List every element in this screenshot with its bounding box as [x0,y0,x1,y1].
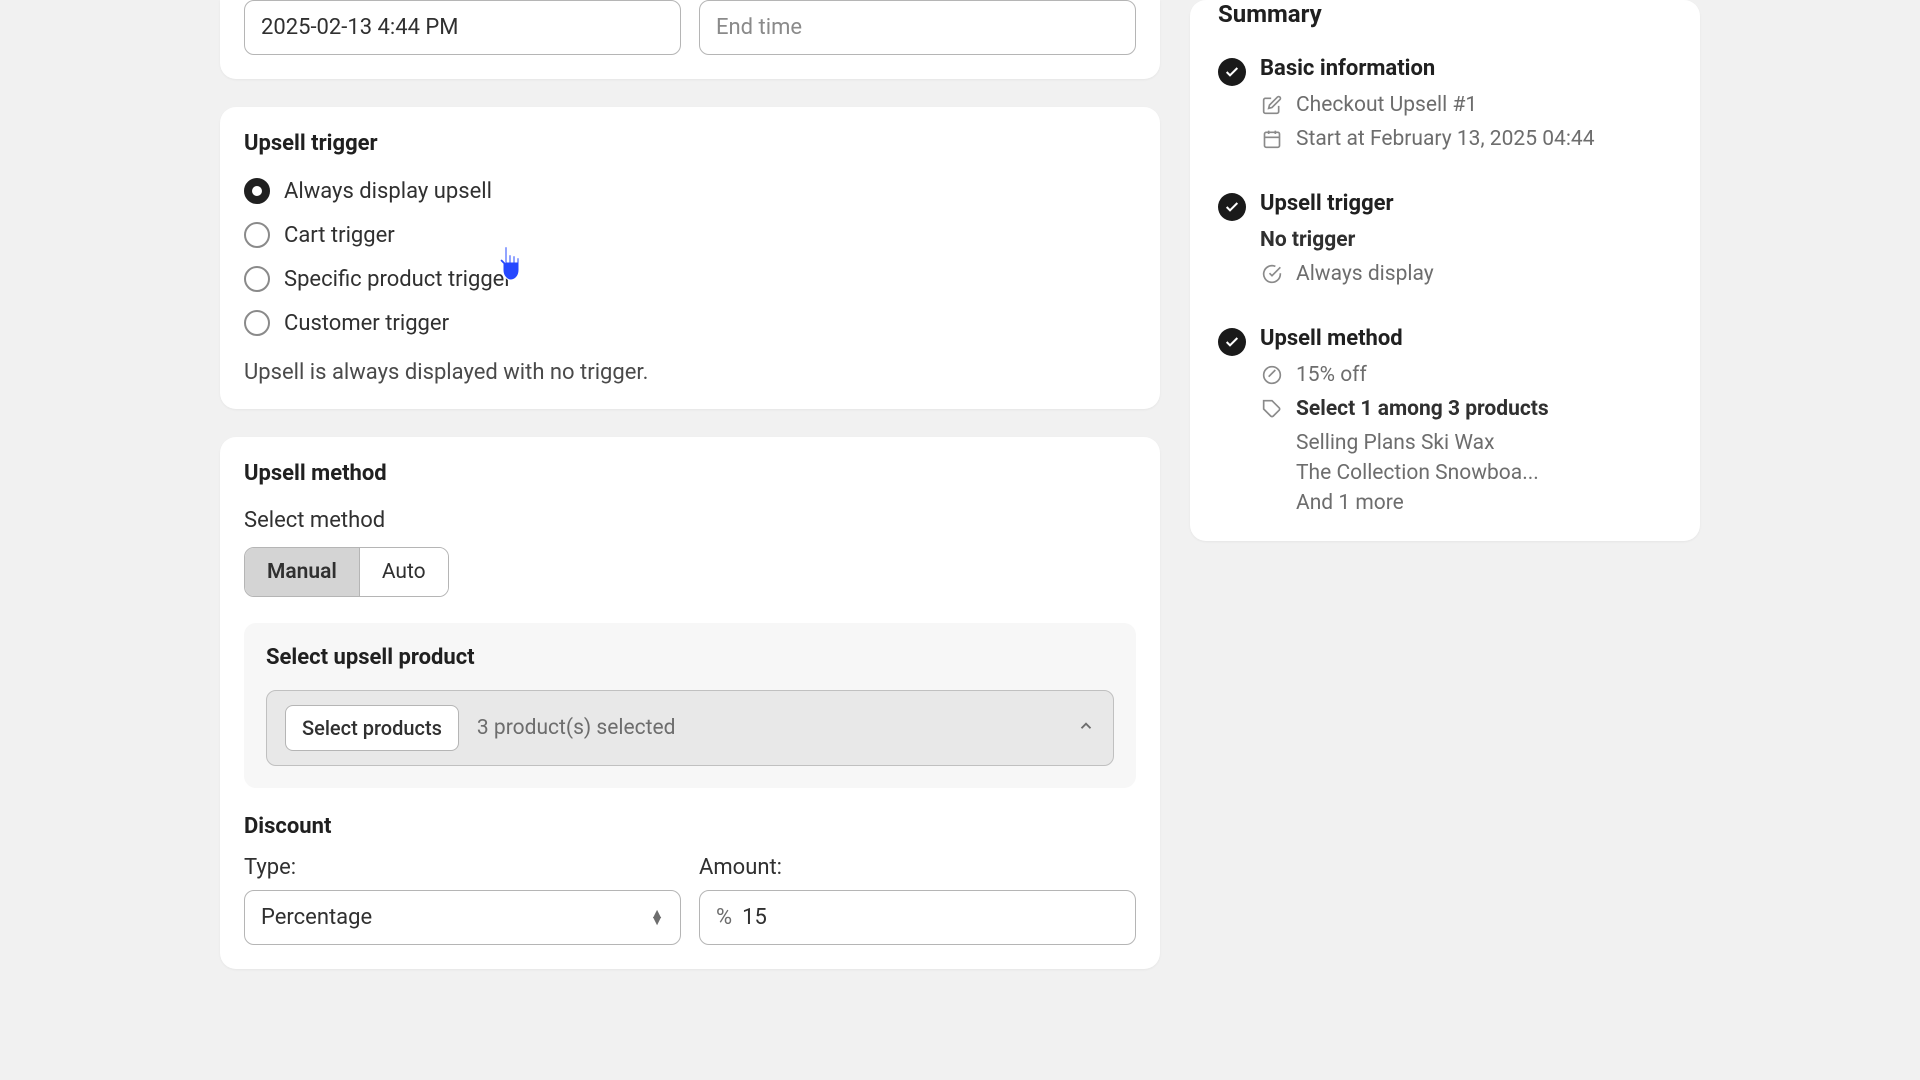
summary-product-list: Selling Plans Ski Wax The Collection Sno… [1296,431,1672,515]
summary-basic-heading: Basic information [1260,56,1672,81]
summary-title: Summary [1218,0,1672,28]
trigger-radio-group: Always display upsell Cart trigger Speci… [244,178,1136,336]
check-circle-icon [1218,58,1246,86]
radio-cart-trigger[interactable]: Cart trigger [244,222,1136,248]
chevron-up-icon [1077,717,1095,740]
upsell-trigger-card: Upsell trigger Always display upsell Car… [220,107,1160,409]
discount-icon [1260,363,1284,387]
summary-method-heading: Upsell method [1260,326,1672,351]
radio-unselected-icon [244,266,270,292]
radio-specific-product[interactable]: Specific product trigger [244,266,1136,292]
radio-label: Always display upsell [284,179,492,204]
type-label: Type: [244,855,681,880]
radio-unselected-icon [244,222,270,248]
radio-label: Cart trigger [284,223,395,248]
product-selector-bar[interactable]: Select products 3 product(s) selected [266,690,1114,766]
select-method-label: Select method [244,508,1136,533]
summary-select-line: Select 1 among 3 products [1260,397,1672,421]
list-item: And 1 more [1296,491,1672,515]
radio-selected-icon [244,178,270,204]
select-product-subcard: Select upsell product Select products 3 … [244,623,1136,788]
summary-trigger-subheading: No trigger [1260,228,1672,252]
summary-name-line: Checkout Upsell #1 [1260,93,1672,117]
radio-unselected-icon [244,310,270,336]
end-time-input[interactable] [699,0,1136,55]
select-products-button[interactable]: Select products [285,705,459,751]
check-circle-outline-icon [1260,262,1284,286]
upsell-trigger-title: Upsell trigger [244,131,1136,156]
summary-basic-section: Basic information Checkout Upsell #1 Sta… [1218,56,1672,161]
selected-count-text: 3 product(s) selected [477,716,1059,740]
dates-card [220,0,1160,79]
summary-trigger-detail: Always display [1260,262,1672,286]
summary-method-section: Upsell method 15% off Select 1 among 3 p… [1218,326,1672,515]
amount-label: Amount: [699,855,1136,880]
summary-start-line: Start at February 13, 2025 04:44 [1260,127,1672,151]
trigger-helper-text: Upsell is always displayed with no trigg… [244,360,1136,385]
discount-type-select[interactable]: Percentage ▲▼ [244,890,681,945]
radio-label: Customer trigger [284,311,449,336]
pencil-icon [1260,93,1284,117]
list-item: The Collection Snowboa... [1296,461,1672,485]
upsell-method-title: Upsell method [244,461,1136,486]
discount-section: Discount Type: Percentage ▲▼ Amount: [244,814,1136,945]
check-circle-icon [1218,328,1246,356]
list-item: Selling Plans Ski Wax [1296,431,1672,455]
summary-trigger-section: Upsell trigger No trigger Always display [1218,191,1672,296]
auto-tab[interactable]: Auto [360,548,448,596]
amount-value: 15 [742,905,767,930]
upsell-method-card: Upsell method Select method Manual Auto … [220,437,1160,969]
discount-amount-input[interactable]: % 15 [699,890,1136,945]
discount-type-value: Percentage [261,905,372,930]
calendar-icon [1260,127,1284,151]
summary-card: Summary Basic information Checkout Upsel… [1190,0,1700,541]
summary-discount-line: 15% off [1260,363,1672,387]
select-stepper-icon: ▲▼ [650,911,664,925]
amount-prefix: % [716,905,732,930]
discount-title: Discount [244,814,1136,839]
tag-icon [1260,397,1284,421]
select-product-title: Select upsell product [266,645,1114,670]
start-time-input[interactable] [244,0,681,55]
method-segmented-control: Manual Auto [244,547,449,597]
radio-always-display[interactable]: Always display upsell [244,178,1136,204]
radio-customer-trigger[interactable]: Customer trigger [244,310,1136,336]
check-circle-icon [1218,193,1246,221]
radio-label: Specific product trigger [284,267,512,292]
manual-tab[interactable]: Manual [245,548,360,596]
summary-trigger-heading: Upsell trigger [1260,191,1672,216]
